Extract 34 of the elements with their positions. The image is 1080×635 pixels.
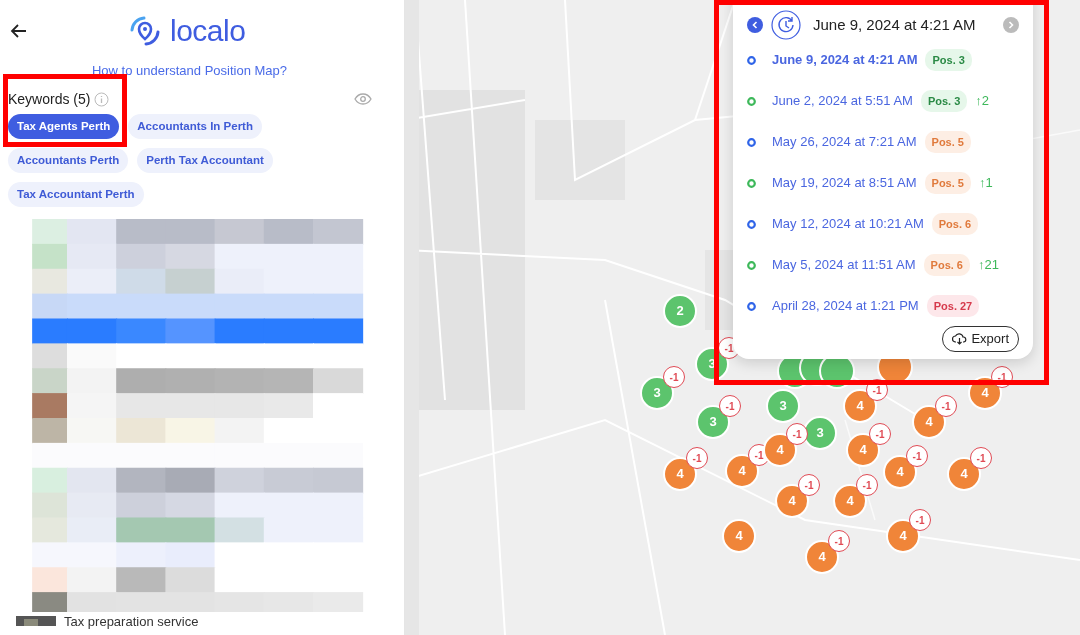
change-indicator: ↑1 xyxy=(978,174,993,193)
keyword-chip[interactable]: Accountants Perth xyxy=(8,147,129,173)
history-date-link[interactable]: April 28, 2024 at 1:21 PM xyxy=(772,296,919,316)
position-badge: Pos. 5 xyxy=(924,171,971,195)
position-badge: Pos. 5 xyxy=(924,130,971,154)
history-date-link[interactable]: May 19, 2024 at 8:51 AM xyxy=(772,173,917,193)
keywords-title: Keywords (5) xyxy=(8,89,91,109)
export-button[interactable]: Export xyxy=(942,326,1019,352)
thumbnail xyxy=(16,616,56,627)
keyword-chip[interactable]: Perth Tax Accountant xyxy=(137,147,273,173)
previous-button[interactable] xyxy=(747,17,763,33)
position-badge: Pos. 6 xyxy=(923,253,970,277)
history-date-link[interactable]: May 26, 2024 at 7:21 AM xyxy=(772,132,917,152)
history-icon xyxy=(771,10,801,40)
keyword-chip[interactable]: Tax Agents Perth xyxy=(8,113,120,139)
position-badge: Pos. 3 xyxy=(925,48,972,72)
history-date-link[interactable]: June 2, 2024 at 5:51 AM xyxy=(772,91,913,111)
cloud-download-icon xyxy=(952,332,968,345)
keyword-chip[interactable]: Accountants In Perth xyxy=(128,113,262,139)
eye-icon[interactable] xyxy=(354,93,372,105)
logo-text: localo xyxy=(170,13,246,49)
current-date: June 9, 2024 at 4:21 AM xyxy=(813,14,976,35)
history-date-link[interactable]: May 5, 2024 at 11:51 AM xyxy=(772,255,916,275)
history-date-link[interactable]: June 9, 2024 at 4:21 AM xyxy=(772,50,918,70)
next-button[interactable] xyxy=(1003,17,1019,33)
result-title[interactable]: Tax preparation service xyxy=(64,611,199,631)
change-indicator: ↑2 xyxy=(975,92,990,111)
position-badge: Pos. 6 xyxy=(931,212,979,236)
position-badge: Pos. 3 xyxy=(920,89,968,113)
keyword-chip[interactable]: Tax Accountant Perth xyxy=(8,182,144,208)
change-indicator: ↑21 xyxy=(978,256,999,275)
position-badge: Pos. 27 xyxy=(926,294,980,318)
history-date-link[interactable]: May 12, 2024 at 10:21 AM xyxy=(772,214,924,234)
info-icon[interactable] xyxy=(94,91,110,107)
